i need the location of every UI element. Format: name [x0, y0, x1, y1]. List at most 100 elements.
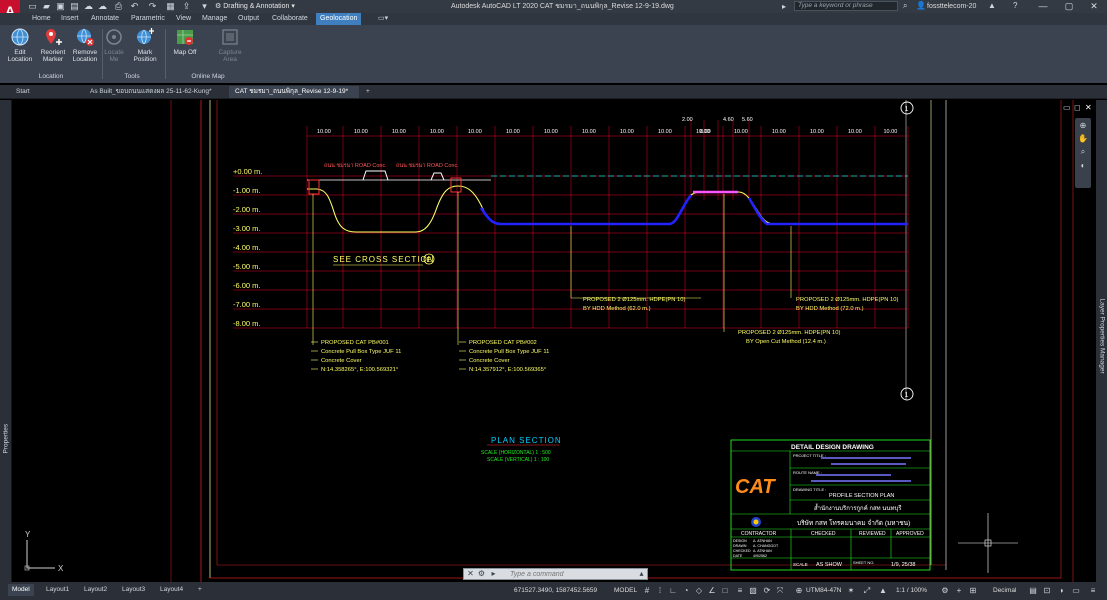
- annotation-icon[interactable]: ▲: [878, 585, 888, 597]
- layout-tab-layout4[interactable]: Layout4: [156, 584, 187, 596]
- geolocation-icon[interactable]: ⊕: [794, 585, 804, 597]
- ortho-icon[interactable]: ∟: [668, 585, 678, 597]
- osnap-icon[interactable]: □: [720, 585, 730, 597]
- tab-geolocation[interactable]: Geolocation: [316, 13, 362, 25]
- minimize-button[interactable]: —: [1030, 0, 1056, 13]
- tab-view[interactable]: View: [176, 13, 191, 25]
- viewport-close-icon[interactable]: ✕: [1085, 103, 1092, 112]
- section-mark-letter: E: [427, 257, 432, 264]
- share-icon[interactable]: ⇪: [182, 2, 191, 11]
- annotation-visibility-icon[interactable]: ✶: [846, 585, 856, 597]
- drawing-svg[interactable]: +0.00 m. -1.00 m. -2.00 m. -3.00 m. -4.00 m.…: [11, 100, 1096, 582]
- annotation-scale[interactable]: 1:1 / 100%: [896, 584, 927, 598]
- print-icon[interactable]: ⎙: [114, 2, 123, 11]
- layout-tab-layout3[interactable]: Layout3: [118, 584, 149, 596]
- tab-insert[interactable]: Insert: [61, 13, 79, 25]
- command-close-icon[interactable]: ✕: [465, 569, 476, 579]
- viewport-restore-icon[interactable]: ▭: [1063, 103, 1071, 112]
- user-name[interactable]: fossttelecom-20: [927, 1, 976, 12]
- auto-scale-icon[interactable]: ⤢: [862, 585, 872, 597]
- zoom-icon[interactable]: ⌕: [1075, 147, 1091, 157]
- redo-icon[interactable]: ↷: [148, 2, 157, 11]
- mark-position-button[interactable]: Mark Position: [128, 27, 162, 63]
- selection-cycling-icon[interactable]: ⟳: [762, 585, 772, 597]
- tab-parametric[interactable]: Parametric: [131, 13, 165, 25]
- save-as-icon[interactable]: ▤: [70, 2, 79, 11]
- search-icon[interactable]: ⌕: [903, 1, 907, 11]
- units-icon[interactable]: ⊞: [968, 585, 978, 597]
- tab-output[interactable]: Output: [238, 13, 259, 25]
- lineweight-icon[interactable]: ≡: [735, 585, 745, 597]
- viewport-maximize-icon[interactable]: ◻: [1074, 103, 1081, 112]
- search-input[interactable]: Type a keyword or phrase: [794, 1, 898, 11]
- navigation-bar[interactable]: ⊕ ✋ ⌕ ◐: [1075, 118, 1091, 188]
- command-line[interactable]: ✕ ⚙ ▸ ▴: [463, 568, 648, 580]
- cloud-save-icon[interactable]: ☁: [98, 2, 107, 11]
- pan-icon[interactable]: ✋: [1075, 134, 1091, 143]
- reorient-marker-button[interactable]: Reorient Marker: [36, 27, 70, 63]
- new-tab-icon[interactable]: +: [364, 86, 378, 98]
- command-input[interactable]: [510, 569, 645, 579]
- orbit-icon[interactable]: ◐: [1075, 161, 1091, 170]
- tab-collaborate[interactable]: Collaborate: [272, 13, 308, 25]
- file-tab-as-built[interactable]: As Built_ขอบถนนแสดงผล 25-11-62-Kung*: [84, 86, 229, 98]
- units-value[interactable]: Decimal: [993, 584, 1016, 598]
- isodraft-icon[interactable]: ◇: [694, 585, 704, 597]
- layout-tab-model[interactable]: Model: [8, 584, 34, 596]
- workspace-select[interactable]: ⚙ Drafting & Annotation ▾: [215, 1, 325, 12]
- isolate-objects-icon[interactable]: ◑: [1056, 585, 1066, 597]
- tab-annotate[interactable]: Annotate: [91, 13, 119, 25]
- drawing-canvas[interactable]: +0.00 m. -1.00 m. -2.00 m. -3.00 m. -4.00 m.…: [11, 100, 1096, 582]
- file-tab-cat[interactable]: CAT ชมรมา_ถนนพิกุล_Revise 12-9-19*: [229, 86, 359, 98]
- save-icon[interactable]: ▣: [56, 2, 65, 11]
- title-block-header: DETAIL DESIGN DRAWING: [791, 444, 874, 451]
- command-history-icon[interactable]: ▴: [636, 569, 647, 579]
- undo-icon[interactable]: ↶: [130, 2, 139, 11]
- quick-properties-icon[interactable]: ▤: [1028, 585, 1038, 597]
- customize-qat-icon[interactable]: ▾: [200, 2, 209, 11]
- close-button[interactable]: ✕: [1081, 0, 1107, 13]
- depth-labels: +0.00 m. -1.00 m. -2.00 m. -3.00 m. -4.00 m.…: [233, 167, 262, 328]
- locate-me-button[interactable]: Locate Me: [97, 27, 131, 63]
- command-prompt-icon[interactable]: ▸: [488, 569, 499, 579]
- layout-tab-layout1[interactable]: Layout1: [42, 584, 73, 596]
- properties-palette-strip[interactable]: Properties: [0, 100, 11, 582]
- new-icon[interactable]: ▭: [28, 2, 37, 11]
- note-open-cut-line1: PROPOSED 2 Ø125mm. HDPE(PN 10): [738, 330, 841, 336]
- lock-ui-icon[interactable]: ⊡: [1042, 585, 1052, 597]
- grid-icon[interactable]: #: [642, 585, 652, 597]
- open-icon[interactable]: ▰: [42, 2, 51, 11]
- ribbon-minimize-icon[interactable]: ▭▾: [378, 13, 388, 25]
- user-icon[interactable]: 👤: [916, 1, 926, 10]
- cloud-open-icon[interactable]: ☁: [84, 2, 93, 11]
- command-settings-icon[interactable]: ⚙: [476, 569, 487, 579]
- steering-wheel-icon[interactable]: ⊕: [1075, 121, 1091, 130]
- plot-icon[interactable]: ▦: [166, 2, 175, 11]
- layout-tab-layout2[interactable]: Layout2: [80, 584, 111, 596]
- title-block-row-value: A. ATNHAN: [753, 549, 772, 553]
- clean-screen-icon[interactable]: ▭: [1071, 585, 1081, 597]
- add-layout-icon[interactable]: +: [194, 584, 206, 596]
- edit-location-button[interactable]: Edit Location: [3, 27, 37, 63]
- workspace-gear-icon[interactable]: ⚙: [940, 585, 950, 597]
- model-space-toggle[interactable]: MODEL: [614, 584, 637, 598]
- capture-area-button[interactable]: Capture Area: [213, 27, 247, 63]
- app-store-icon[interactable]: ▲: [988, 1, 996, 10]
- search-expand-icon[interactable]: ▸: [782, 2, 786, 11]
- marker-icon: [46, 29, 62, 45]
- transparency-icon[interactable]: ▧: [748, 585, 758, 597]
- annotation-monitor-icon[interactable]: +: [954, 585, 964, 597]
- tab-manage[interactable]: Manage: [202, 13, 227, 25]
- snap-icon[interactable]: ⁞: [655, 585, 665, 597]
- tab-home[interactable]: Home: [32, 13, 51, 25]
- customization-icon[interactable]: ≡: [1088, 585, 1098, 597]
- coordinate-system[interactable]: UTM84-47N: [806, 584, 841, 598]
- file-tab-start[interactable]: Start: [10, 86, 84, 98]
- osnap-tracking-icon[interactable]: ∠: [707, 585, 717, 597]
- annotation-scale-icon[interactable]: ⤧: [775, 585, 785, 597]
- polar-icon[interactable]: ◔: [681, 585, 691, 597]
- maximize-button[interactable]: ▢: [1056, 0, 1082, 13]
- map-off-button[interactable]: Map Off: [168, 27, 202, 56]
- title-block-rows: DESIGN A. ATNHANDRAWN A. CHANGGOTCHECKED A.…: [733, 539, 779, 558]
- help-icon[interactable]: ?: [1013, 1, 1017, 10]
